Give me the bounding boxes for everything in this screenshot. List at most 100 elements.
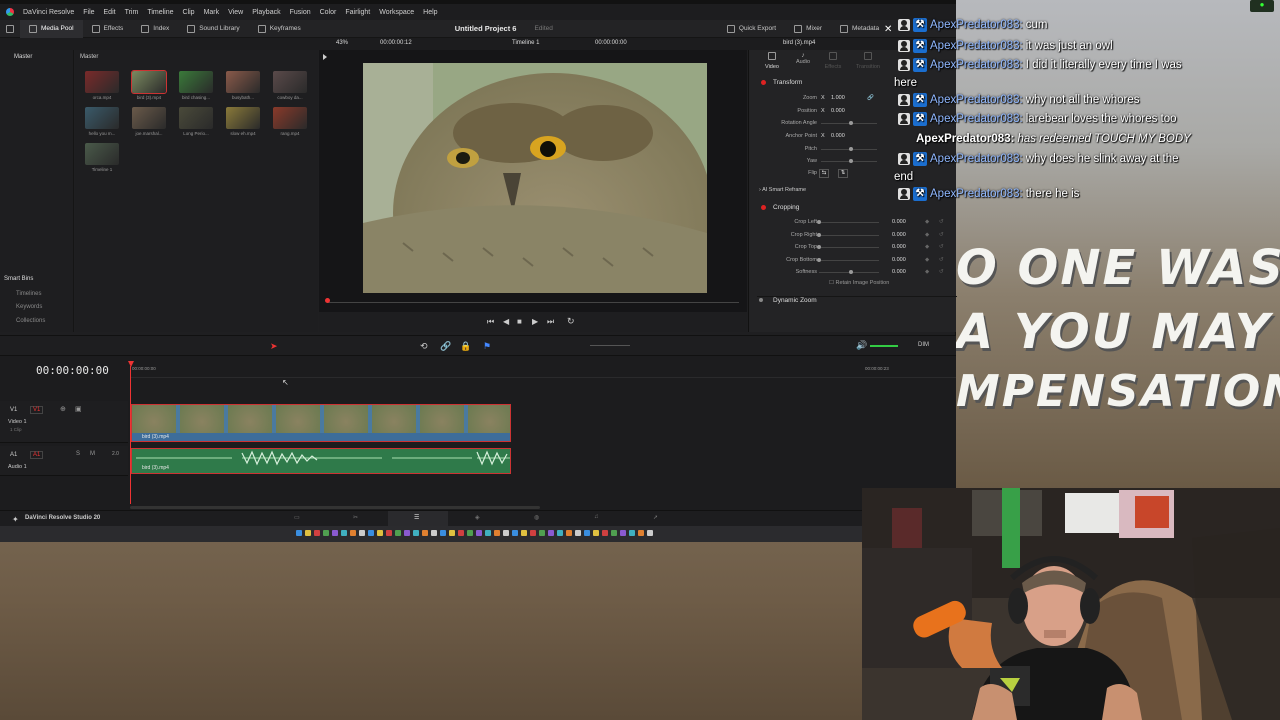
crop-slider[interactable] [817,245,821,249]
volume-slider[interactable] [870,345,898,347]
yaw-slider[interactable] [849,159,853,163]
layout-icon[interactable] [0,20,20,38]
pitch-slider[interactable] [849,147,853,151]
master-bin[interactable]: Master [14,54,32,60]
menu-timeline[interactable]: Timeline [147,9,173,16]
menu-fairlight[interactable]: Fairlight [345,9,370,16]
menu-view[interactable]: View [228,9,243,16]
keyframe-icon[interactable]: ◆ [925,244,929,250]
play-icon[interactable]: ▶ [532,317,538,326]
menu-clip[interactable]: Clip [183,9,195,16]
inspector-tab-effects[interactable]: Effects [823,52,843,70]
zoom-x-field[interactable]: 1.000 [831,95,845,101]
crop-slider[interactable] [817,220,821,224]
media-page-icon[interactable]: ▭ [294,514,300,521]
taskbar-app-icon[interactable] [584,530,590,536]
snapping-icon[interactable]: ⟲ [420,341,428,352]
keyframe-icon[interactable]: ◆ [925,257,929,263]
crop-value-field[interactable]: 0.000 [892,269,906,275]
taskbar-app-icon[interactable] [629,530,635,536]
menu-trim[interactable]: Trim [125,9,139,16]
taskbar-app-icon[interactable] [566,530,572,536]
dynamic-zoom-toggle[interactable] [759,298,763,302]
play-reverse-icon[interactable]: ◀ [503,317,509,326]
transform-section[interactable]: Transform [773,79,802,86]
taskbar-app-icon[interactable] [575,530,581,536]
taskbar-app-icon[interactable] [494,530,500,536]
keyframe-icon[interactable]: ◆ [925,219,929,225]
taskbar-app-icon[interactable] [638,530,644,536]
smart-bin-collections[interactable]: Collections [16,318,45,324]
taskbar-app-icon[interactable] [593,530,599,536]
taskbar-app-icon[interactable] [449,530,455,536]
dim-button[interactable]: DIM [918,342,929,348]
crop-value-field[interactable]: 0.000 [892,219,906,225]
timeline-ruler[interactable]: 00:00:00:00 00:00:00:23 [130,358,956,378]
volume-icon[interactable]: 🔊 [856,340,867,351]
metadata-button[interactable]: Metadata [831,20,888,38]
v1-destination-button[interactable]: V1 [30,406,44,414]
taskbar-app-icon[interactable] [620,530,626,536]
taskbar-app-icon[interactable] [386,530,392,536]
media-pool-clip[interactable] [226,71,260,93]
taskbar-app-icon[interactable] [503,530,509,536]
anchor-x-field[interactable]: 0.000 [831,133,845,139]
menu-mark[interactable]: Mark [204,9,220,16]
taskbar-app-icon[interactable] [458,530,464,536]
media-pool-clip[interactable] [85,107,119,129]
resolve-home-icon[interactable]: ✦ [12,515,19,524]
smart-reframe-section[interactable]: › AI Smart Reframe [759,187,806,193]
reset-icon[interactable]: ↺ [939,257,944,263]
media-pool-button[interactable]: Media Pool [20,19,83,38]
crop-value-field[interactable]: 0.000 [892,244,906,250]
crop-slider[interactable] [849,270,853,274]
crop-value-field[interactable]: 0.000 [892,257,906,263]
index-button[interactable]: Index [132,20,178,38]
crop-slider[interactable] [817,232,821,237]
taskbar-app-icon[interactable] [602,530,608,536]
position-lock-icon[interactable]: 🔒 [460,341,471,352]
track-lock-icon[interactable]: ⊕ [60,405,66,413]
a1-destination-button[interactable]: A1 [30,451,44,459]
taskbar-app-icon[interactable] [395,530,401,536]
go-to-end-icon[interactable]: ⏭ [547,317,554,327]
media-pool-clip[interactable] [273,107,307,129]
taskbar-app-icon[interactable] [647,530,653,536]
taskbar-app-icon[interactable] [611,530,617,536]
viewer-scrub-bar[interactable] [327,302,739,303]
taskbar-app-icon[interactable] [350,530,356,536]
keyframe-icon[interactable]: ◆ [925,232,929,238]
taskbar-app-icon[interactable] [296,530,302,536]
viewer-frame-owl[interactable] [363,63,707,293]
taskbar-app-icon[interactable] [440,530,446,536]
taskbar-app-icon[interactable] [368,530,374,536]
taskbar-app-icon[interactable] [413,530,419,536]
stop-icon[interactable]: ■ [517,317,522,326]
taskbar-app-icon[interactable] [422,530,428,536]
media-pool-clip[interactable] [85,143,119,165]
taskbar-app-icon[interactable] [332,530,338,536]
taskbar-app-icon[interactable] [548,530,554,536]
taskbar-app-icon[interactable] [314,530,320,536]
solo-button[interactable]: S [76,451,80,457]
effects-button[interactable]: Effects [83,20,133,38]
mixer-button[interactable]: Mixer [785,20,831,38]
playhead-marker[interactable] [128,361,134,367]
taskbar-app-icon[interactable] [557,530,563,536]
dynamic-zoom-section[interactable]: Dynamic Zoom [773,297,817,304]
timeline-horizontal-scrollbar[interactable] [130,506,540,509]
crop-value-field[interactable]: 0.000 [892,232,906,238]
timeline-selector[interactable]: Timeline 1 [512,40,539,46]
media-pool-clip[interactable] [179,107,213,129]
menu-file[interactable]: File [83,9,94,16]
inspector-tab-audio[interactable]: ♪ Audio [793,52,813,65]
zoom-level[interactable]: 43% [336,40,348,46]
media-pool-clip[interactable] [85,71,119,93]
sound-library-button[interactable]: Sound Library [178,20,248,38]
taskbar-app-icon[interactable] [476,530,482,536]
track-visibility-icon[interactable]: ▣ [75,405,82,413]
media-pool-clip[interactable] [273,71,307,93]
flip-vertical-icon[interactable]: ⇅ [838,168,848,178]
reset-icon[interactable]: ↺ [939,219,944,225]
taskbar-app-icon[interactable] [305,530,311,536]
